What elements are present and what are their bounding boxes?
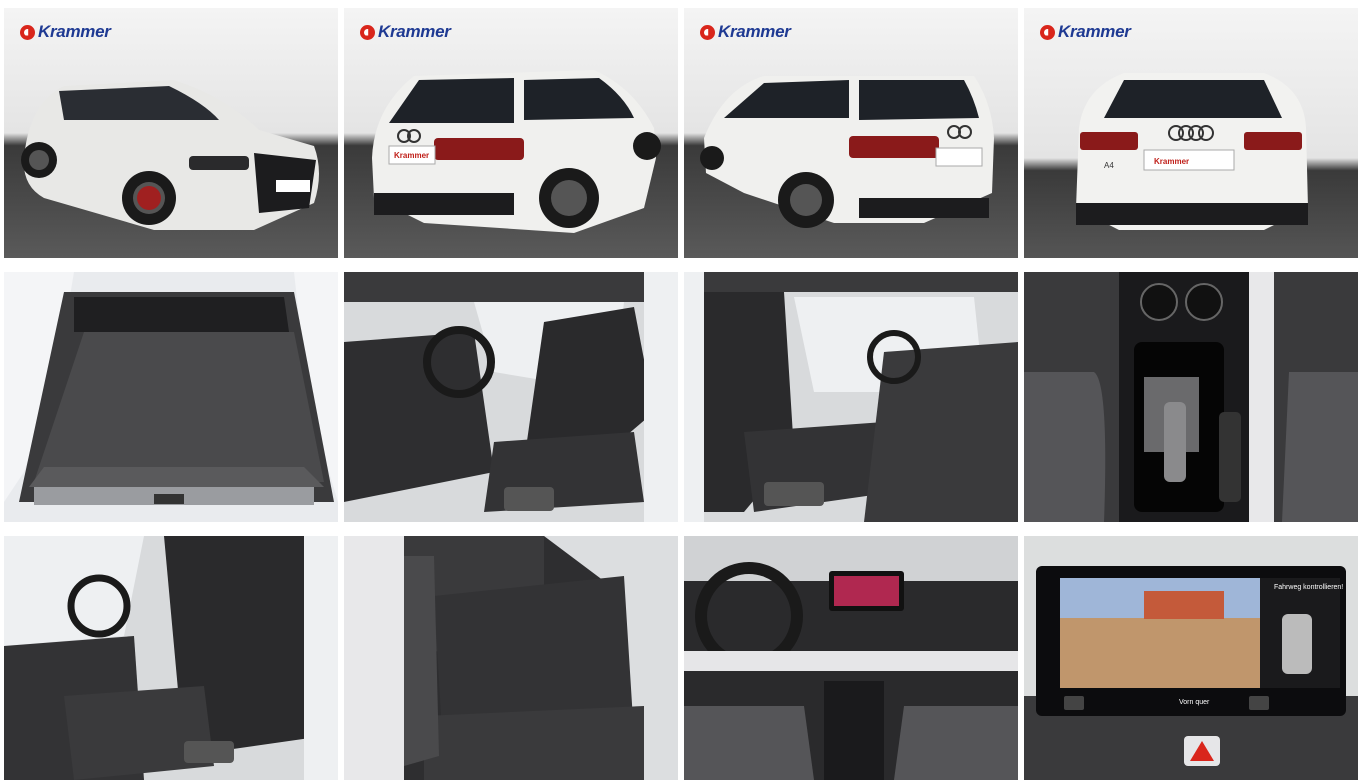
dealer-logo-icon: [700, 24, 715, 40]
photo-rear-three-quarter-right[interactable]: Krammer Krammer: [344, 8, 678, 258]
driver-seat-image: [344, 272, 678, 522]
passenger-seat-image: [684, 272, 1018, 522]
photo-rear-straight[interactable]: Krammer A4 Krammer: [1024, 8, 1358, 258]
rear-plate-text: Krammer: [1154, 157, 1189, 166]
rear-seats-image: [344, 536, 678, 780]
dealer-logo-text: Krammer: [718, 22, 791, 41]
photo-trunk[interactable]: [4, 272, 338, 522]
photo-passenger-seat[interactable]: [684, 272, 1018, 522]
cockpit-image: [684, 536, 1018, 780]
rear-camera-screen-image: Fahrweg kontrollieren! Vorn quer: [1024, 536, 1358, 780]
rear-three-quarter-left-image: [684, 8, 1018, 258]
rear-three-quarter-right-image: Krammer: [344, 8, 678, 258]
rear-plate-text: Krammer: [394, 151, 429, 160]
rear-straight-image: Krammer A4: [1024, 8, 1358, 258]
front-seats-image: [4, 536, 338, 780]
camera-warning-text: Fahrweg kontrollieren!: [1274, 584, 1343, 591]
photo-front-three-quarter[interactable]: Krammer: [4, 8, 338, 258]
photo-gallery: Krammer Krammer Krammer Krammer Krammer …: [0, 0, 1365, 780]
trunk-image: [4, 272, 338, 522]
photo-driver-seat[interactable]: [344, 272, 678, 522]
photo-rear-three-quarter-left[interactable]: Krammer: [684, 8, 1018, 258]
photo-rear-camera-screen[interactable]: Fahrweg kontrollieren! Vorn quer: [1024, 536, 1358, 780]
dealer-logo: Krammer: [20, 22, 111, 42]
dealer-logo-icon: [1040, 24, 1055, 40]
dealer-logo-icon: [360, 24, 375, 40]
photo-rear-seats[interactable]: [344, 536, 678, 780]
photo-cockpit[interactable]: [684, 536, 1018, 780]
front-three-quarter-image: [4, 8, 338, 258]
photo-front-seats[interactable]: [4, 536, 338, 780]
dealer-logo: Krammer: [360, 22, 451, 42]
dealer-logo-icon: [20, 24, 35, 40]
dealer-logo-text: Krammer: [38, 22, 111, 41]
dealer-logo-text: Krammer: [1058, 22, 1131, 41]
dealer-logo: Krammer: [1040, 22, 1131, 42]
center-console-image: [1024, 272, 1358, 522]
camera-mode-label: Vorn quer: [1179, 699, 1210, 706]
photo-center-console[interactable]: [1024, 272, 1358, 522]
trunk-badge: A4: [1104, 161, 1114, 170]
dealer-logo: Krammer: [700, 22, 791, 42]
dealer-logo-text: Krammer: [378, 22, 451, 41]
